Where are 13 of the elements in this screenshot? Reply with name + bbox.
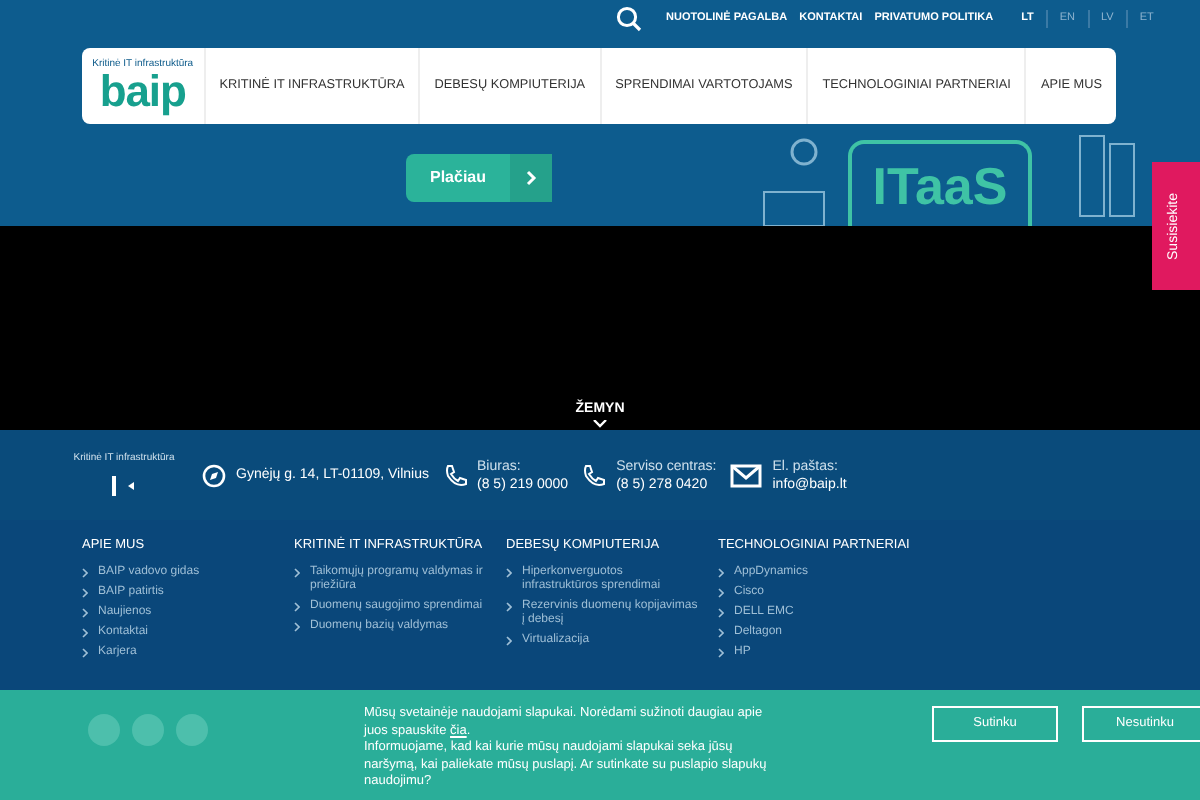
chevron-right-icon [294, 567, 300, 578]
logo[interactable]: baip [99, 69, 186, 113]
chevron-right-icon [506, 567, 512, 578]
chevron-down-icon[interactable] [592, 420, 608, 428]
compass-icon [202, 463, 226, 487]
search-icon[interactable] [616, 6, 642, 32]
phone-icon [443, 463, 468, 487]
more-button[interactable]: Plačiau [406, 154, 553, 202]
mail-icon [730, 463, 763, 487]
chevron-right-icon [506, 635, 512, 646]
phone-icon [582, 463, 607, 487]
chevron-right-icon [506, 601, 512, 612]
chevron-right-icon [525, 170, 538, 186]
